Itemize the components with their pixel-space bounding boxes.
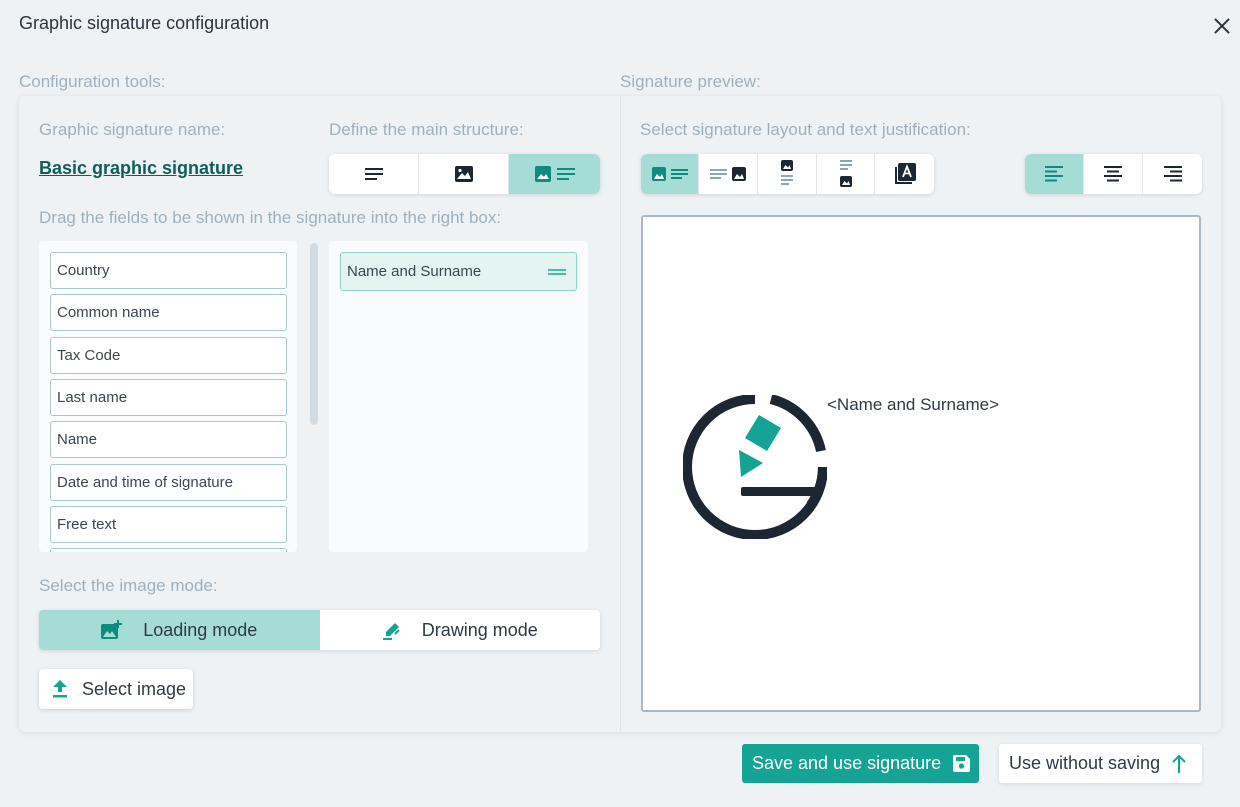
- align-right-icon: [1163, 166, 1182, 182]
- list-item[interactable]: Date and time of signature: [50, 464, 287, 501]
- signature-config-dialog: Graphic signature configuration Configur…: [0, 0, 1240, 807]
- loading-mode-label: Loading mode: [143, 619, 258, 640]
- select-image-label: Select image: [82, 678, 187, 699]
- selected-fields-dropzone[interactable]: Name and Surname: [329, 241, 588, 552]
- save-icon: [953, 755, 971, 772]
- preview-name-placeholder: <Name and Surname>: [827, 395, 999, 414]
- list-item-partial[interactable]: [50, 548, 287, 552]
- save-and-use-button[interactable]: Save and use signature: [742, 744, 979, 783]
- fields-scrollbar[interactable]: [310, 243, 318, 425]
- drawing-mode-label: Drawing mode: [421, 619, 538, 640]
- align-left-button[interactable]: [1025, 154, 1084, 194]
- text-over-image-icon: [894, 163, 916, 184]
- layout-text-over-image-button[interactable]: [875, 154, 934, 194]
- image-mode-selector: Loading mode Drawing mode: [39, 610, 600, 650]
- layout-text-left-button[interactable]: [699, 154, 758, 194]
- image-icon: [454, 166, 473, 182]
- structure-image-text-button[interactable]: [509, 154, 600, 194]
- text-left-image-right-icon: [710, 167, 746, 181]
- use-without-saving-button[interactable]: Use without saving: [999, 744, 1202, 783]
- align-center-icon: [1104, 166, 1122, 182]
- drag-handle-icon[interactable]: [548, 269, 566, 275]
- layout-text-top-button[interactable]: [817, 154, 875, 194]
- image-mode-label: Select the image mode:: [39, 576, 218, 595]
- structure-text-button[interactable]: [329, 154, 419, 194]
- list-item[interactable]: Free text: [50, 506, 287, 543]
- structure-image-button[interactable]: [419, 154, 509, 194]
- text-lines-icon: [364, 168, 383, 180]
- drag-fields-label: Drag the fields to be shown in the signa…: [39, 208, 502, 227]
- list-item[interactable]: Tax Code: [50, 337, 287, 374]
- available-fields-list: Country Common name Tax Code Last name N…: [39, 241, 297, 552]
- arrow-up-icon: [1172, 754, 1186, 773]
- config-tools-label: Configuration tools:: [19, 72, 166, 91]
- signature-name-label: Graphic signature name:: [39, 120, 226, 139]
- list-item[interactable]: Last name: [50, 379, 287, 416]
- text-top-image-bottom-icon: [839, 160, 852, 187]
- dialog-title: Graphic signature configuration: [19, 13, 270, 33]
- list-item[interactable]: Name: [50, 421, 287, 458]
- image-left-text-right-icon: [651, 167, 688, 181]
- add-image-icon: [101, 620, 123, 639]
- save-and-use-label: Save and use signature: [752, 753, 942, 773]
- use-without-saving-label: Use without saving: [1009, 753, 1161, 773]
- layout-image-left-button[interactable]: [641, 154, 699, 194]
- image-and-text-icon: [534, 166, 575, 182]
- list-item[interactable]: Common name: [50, 294, 287, 331]
- image-top-text-bottom-icon: [781, 160, 793, 185]
- layout-selector: [641, 154, 934, 194]
- layout-label: Select signature layout and text justifi…: [640, 120, 971, 139]
- draw-icon: [382, 623, 400, 640]
- signature-logo-icon: [683, 395, 827, 539]
- signature-preview-label: Signature preview:: [620, 72, 761, 91]
- close-button[interactable]: [1208, 12, 1236, 40]
- align-center-button[interactable]: [1084, 154, 1143, 194]
- align-left-icon: [1045, 166, 1063, 182]
- selected-field-item[interactable]: Name and Surname: [340, 252, 577, 291]
- panel-divider: [620, 96, 621, 732]
- justify-selector: [1025, 154, 1202, 194]
- select-image-button[interactable]: Select image: [39, 669, 193, 709]
- structure-selector: [329, 154, 600, 194]
- layout-image-top-button[interactable]: [758, 154, 817, 194]
- list-item[interactable]: Country: [50, 252, 287, 289]
- selected-field-label: Name and Surname: [347, 263, 482, 280]
- loading-mode-button[interactable]: Loading mode: [39, 610, 320, 650]
- align-right-button[interactable]: [1143, 154, 1202, 194]
- structure-label: Define the main structure:: [329, 120, 524, 139]
- drawing-mode-button[interactable]: Drawing mode: [320, 610, 601, 650]
- upload-icon: [53, 680, 67, 698]
- signature-preview-box: <Name and Surname>: [641, 215, 1201, 712]
- signature-name-link[interactable]: Basic graphic signature: [39, 158, 243, 179]
